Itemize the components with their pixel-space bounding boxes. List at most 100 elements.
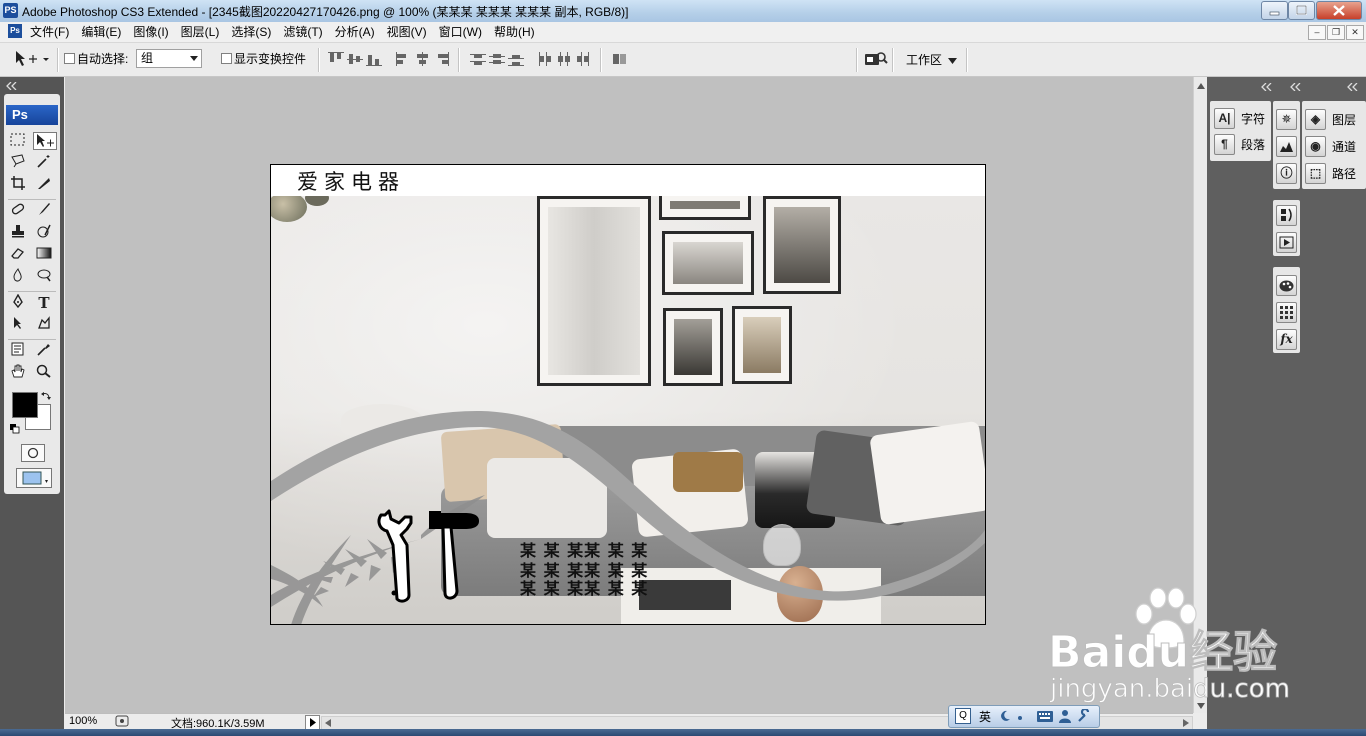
distribute-hcenter-icon[interactable] xyxy=(556,52,572,66)
hand-tool[interactable] xyxy=(8,364,28,382)
keyboard-icon[interactable] xyxy=(1037,711,1053,722)
default-colors-icon[interactable] xyxy=(10,423,20,437)
ime-logo-icon[interactable]: Q xyxy=(955,708,971,724)
distribute-vcenter-icon[interactable] xyxy=(489,52,505,66)
menu-view[interactable]: 视图(V) xyxy=(387,22,433,42)
menu-edit[interactable]: 编辑(E) xyxy=(81,22,127,42)
collapse-arrows-icon[interactable] xyxy=(1290,83,1302,91)
align-left-icon[interactable] xyxy=(396,52,412,66)
notes-tool[interactable] xyxy=(8,342,28,360)
distribute-top-icon[interactable] xyxy=(470,52,486,66)
show-transform-checkbox[interactable] xyxy=(221,53,232,64)
histogram-icon[interactable] xyxy=(1276,136,1297,157)
quick-mask-mode-button[interactable] xyxy=(21,444,45,462)
scroll-left-icon[interactable] xyxy=(325,719,331,727)
lasso-tool[interactable] xyxy=(8,154,28,172)
menu-select[interactable]: 选择(S) xyxy=(231,22,277,42)
swap-colors-icon[interactable] xyxy=(41,390,51,404)
zoom-level[interactable]: 100% xyxy=(69,715,97,727)
styles-fx-icon[interactable]: fx xyxy=(1276,329,1297,350)
auto-select-checkbox[interactable] xyxy=(64,53,75,64)
dodge-tool[interactable] xyxy=(34,268,54,286)
ime-mode[interactable]: 英 xyxy=(979,708,991,725)
distribute-left-icon[interactable] xyxy=(537,52,553,66)
collapse-arrows-icon[interactable] xyxy=(1347,83,1359,91)
move-tool[interactable] xyxy=(33,132,57,150)
healing-brush-tool[interactable] xyxy=(8,202,28,220)
scroll-right-icon[interactable] xyxy=(1183,719,1189,727)
align-bottom-icon[interactable] xyxy=(366,52,382,66)
paths-panel-button[interactable]: ⬚ 路径 xyxy=(1305,163,1356,184)
screen-mode-button[interactable] xyxy=(16,468,52,488)
status-menu-button[interactable] xyxy=(305,715,320,730)
paragraph-panel-button[interactable]: ¶ 段落 xyxy=(1214,134,1265,155)
collapse-arrows-icon[interactable] xyxy=(1261,83,1273,91)
color-palette-icon[interactable] xyxy=(1276,275,1297,296)
ime-toolbar[interactable]: Q 英 xyxy=(948,705,1100,728)
menu-filter[interactable]: 滤镜(T) xyxy=(283,22,328,42)
menu-analysis[interactable]: 分析(A) xyxy=(335,22,381,42)
punctuation-icon[interactable] xyxy=(1017,711,1025,721)
align-vcenter-icon[interactable] xyxy=(347,52,363,66)
type-tool[interactable]: T xyxy=(34,294,54,312)
menu-layer[interactable]: 图层(L) xyxy=(181,22,226,42)
file-browser-icon[interactable] xyxy=(864,50,888,71)
history-icon[interactable] xyxy=(1276,205,1297,226)
swatches-grid-icon[interactable] xyxy=(1276,302,1297,323)
restore-button[interactable] xyxy=(1288,1,1315,20)
info-icon[interactable]: ⓘ xyxy=(1276,163,1297,184)
placeholder-line-2: 某 某 某某 某 某 xyxy=(520,561,649,580)
character-panel-button[interactable]: A| 字符 xyxy=(1214,108,1265,129)
scroll-up-icon[interactable] xyxy=(1197,83,1205,89)
magic-wand-tool[interactable] xyxy=(34,154,54,172)
foreground-color-swatch[interactable] xyxy=(12,392,38,418)
zoom-tool[interactable] xyxy=(34,364,54,382)
distribute-bottom-icon[interactable] xyxy=(508,52,524,66)
close-button[interactable] xyxy=(1316,1,1362,20)
slice-tool[interactable] xyxy=(34,176,54,194)
pen-tool[interactable] xyxy=(8,293,28,312)
document-icon[interactable]: Ps xyxy=(8,24,22,38)
doc-minimize-button[interactable]: – xyxy=(1308,25,1326,40)
eraser-tool[interactable] xyxy=(8,246,28,264)
separator xyxy=(966,48,968,72)
history-brush-tool[interactable] xyxy=(34,224,54,242)
auto-select-target-dropdown[interactable]: 组 xyxy=(136,49,202,68)
navigator-icon[interactable]: ✵ xyxy=(1276,109,1297,130)
user-icon[interactable] xyxy=(1059,709,1071,723)
align-right-icon[interactable] xyxy=(434,52,450,66)
crop-tool[interactable] xyxy=(8,176,28,194)
doc-restore-button[interactable]: ❐ xyxy=(1327,25,1345,40)
collapse-arrows-icon[interactable] xyxy=(6,82,18,90)
doc-close-button[interactable]: ✕ xyxy=(1346,25,1364,40)
align-hcenter-icon[interactable] xyxy=(415,52,431,66)
custom-shape-tool[interactable] xyxy=(34,316,54,334)
wrench-settings-icon[interactable] xyxy=(1077,709,1091,723)
distribute-right-icon[interactable] xyxy=(575,52,591,66)
minimize-button[interactable] xyxy=(1261,1,1288,20)
menu-file[interactable]: 文件(F) xyxy=(30,22,75,42)
gradient-tool[interactable] xyxy=(34,246,54,264)
actions-icon[interactable] xyxy=(1276,232,1297,253)
menu-help[interactable]: 帮助(H) xyxy=(494,22,541,42)
clone-stamp-tool[interactable] xyxy=(8,224,28,242)
align-top-icon[interactable] xyxy=(328,52,344,66)
moon-icon[interactable] xyxy=(999,710,1011,722)
document-canvas[interactable]: 爱家电器 某 某 某某 某 某 某 某 某某 某 某 某 某 某某 某 某 xyxy=(270,164,986,625)
menu-image[interactable]: 图像(I) xyxy=(133,22,174,42)
layers-channels-paths-panel: ◈ 图层 ◉ 通道 ⬚ 路径 xyxy=(1302,101,1366,189)
watermark-brand: Baidu经验 xyxy=(1047,627,1278,679)
move-tool-preset-icon[interactable] xyxy=(14,50,50,71)
blur-tool[interactable] xyxy=(8,267,28,286)
path-selection-tool[interactable] xyxy=(8,316,28,334)
status-preview-icon[interactable] xyxy=(115,715,129,727)
workspace-menu[interactable]: 工作区 xyxy=(906,51,958,68)
brush-tool[interactable] xyxy=(34,202,54,220)
menu-window[interactable]: 窗口(W) xyxy=(439,22,488,42)
layers-panel-button[interactable]: ◈ 图层 xyxy=(1305,109,1356,130)
channels-panel-button[interactable]: ◉ 通道 xyxy=(1305,136,1356,157)
marquee-tool[interactable] xyxy=(8,133,28,151)
auto-align-layers-icon[interactable] xyxy=(612,52,628,66)
character-icon: A| xyxy=(1214,108,1235,129)
eyedropper-tool[interactable] xyxy=(34,342,54,360)
